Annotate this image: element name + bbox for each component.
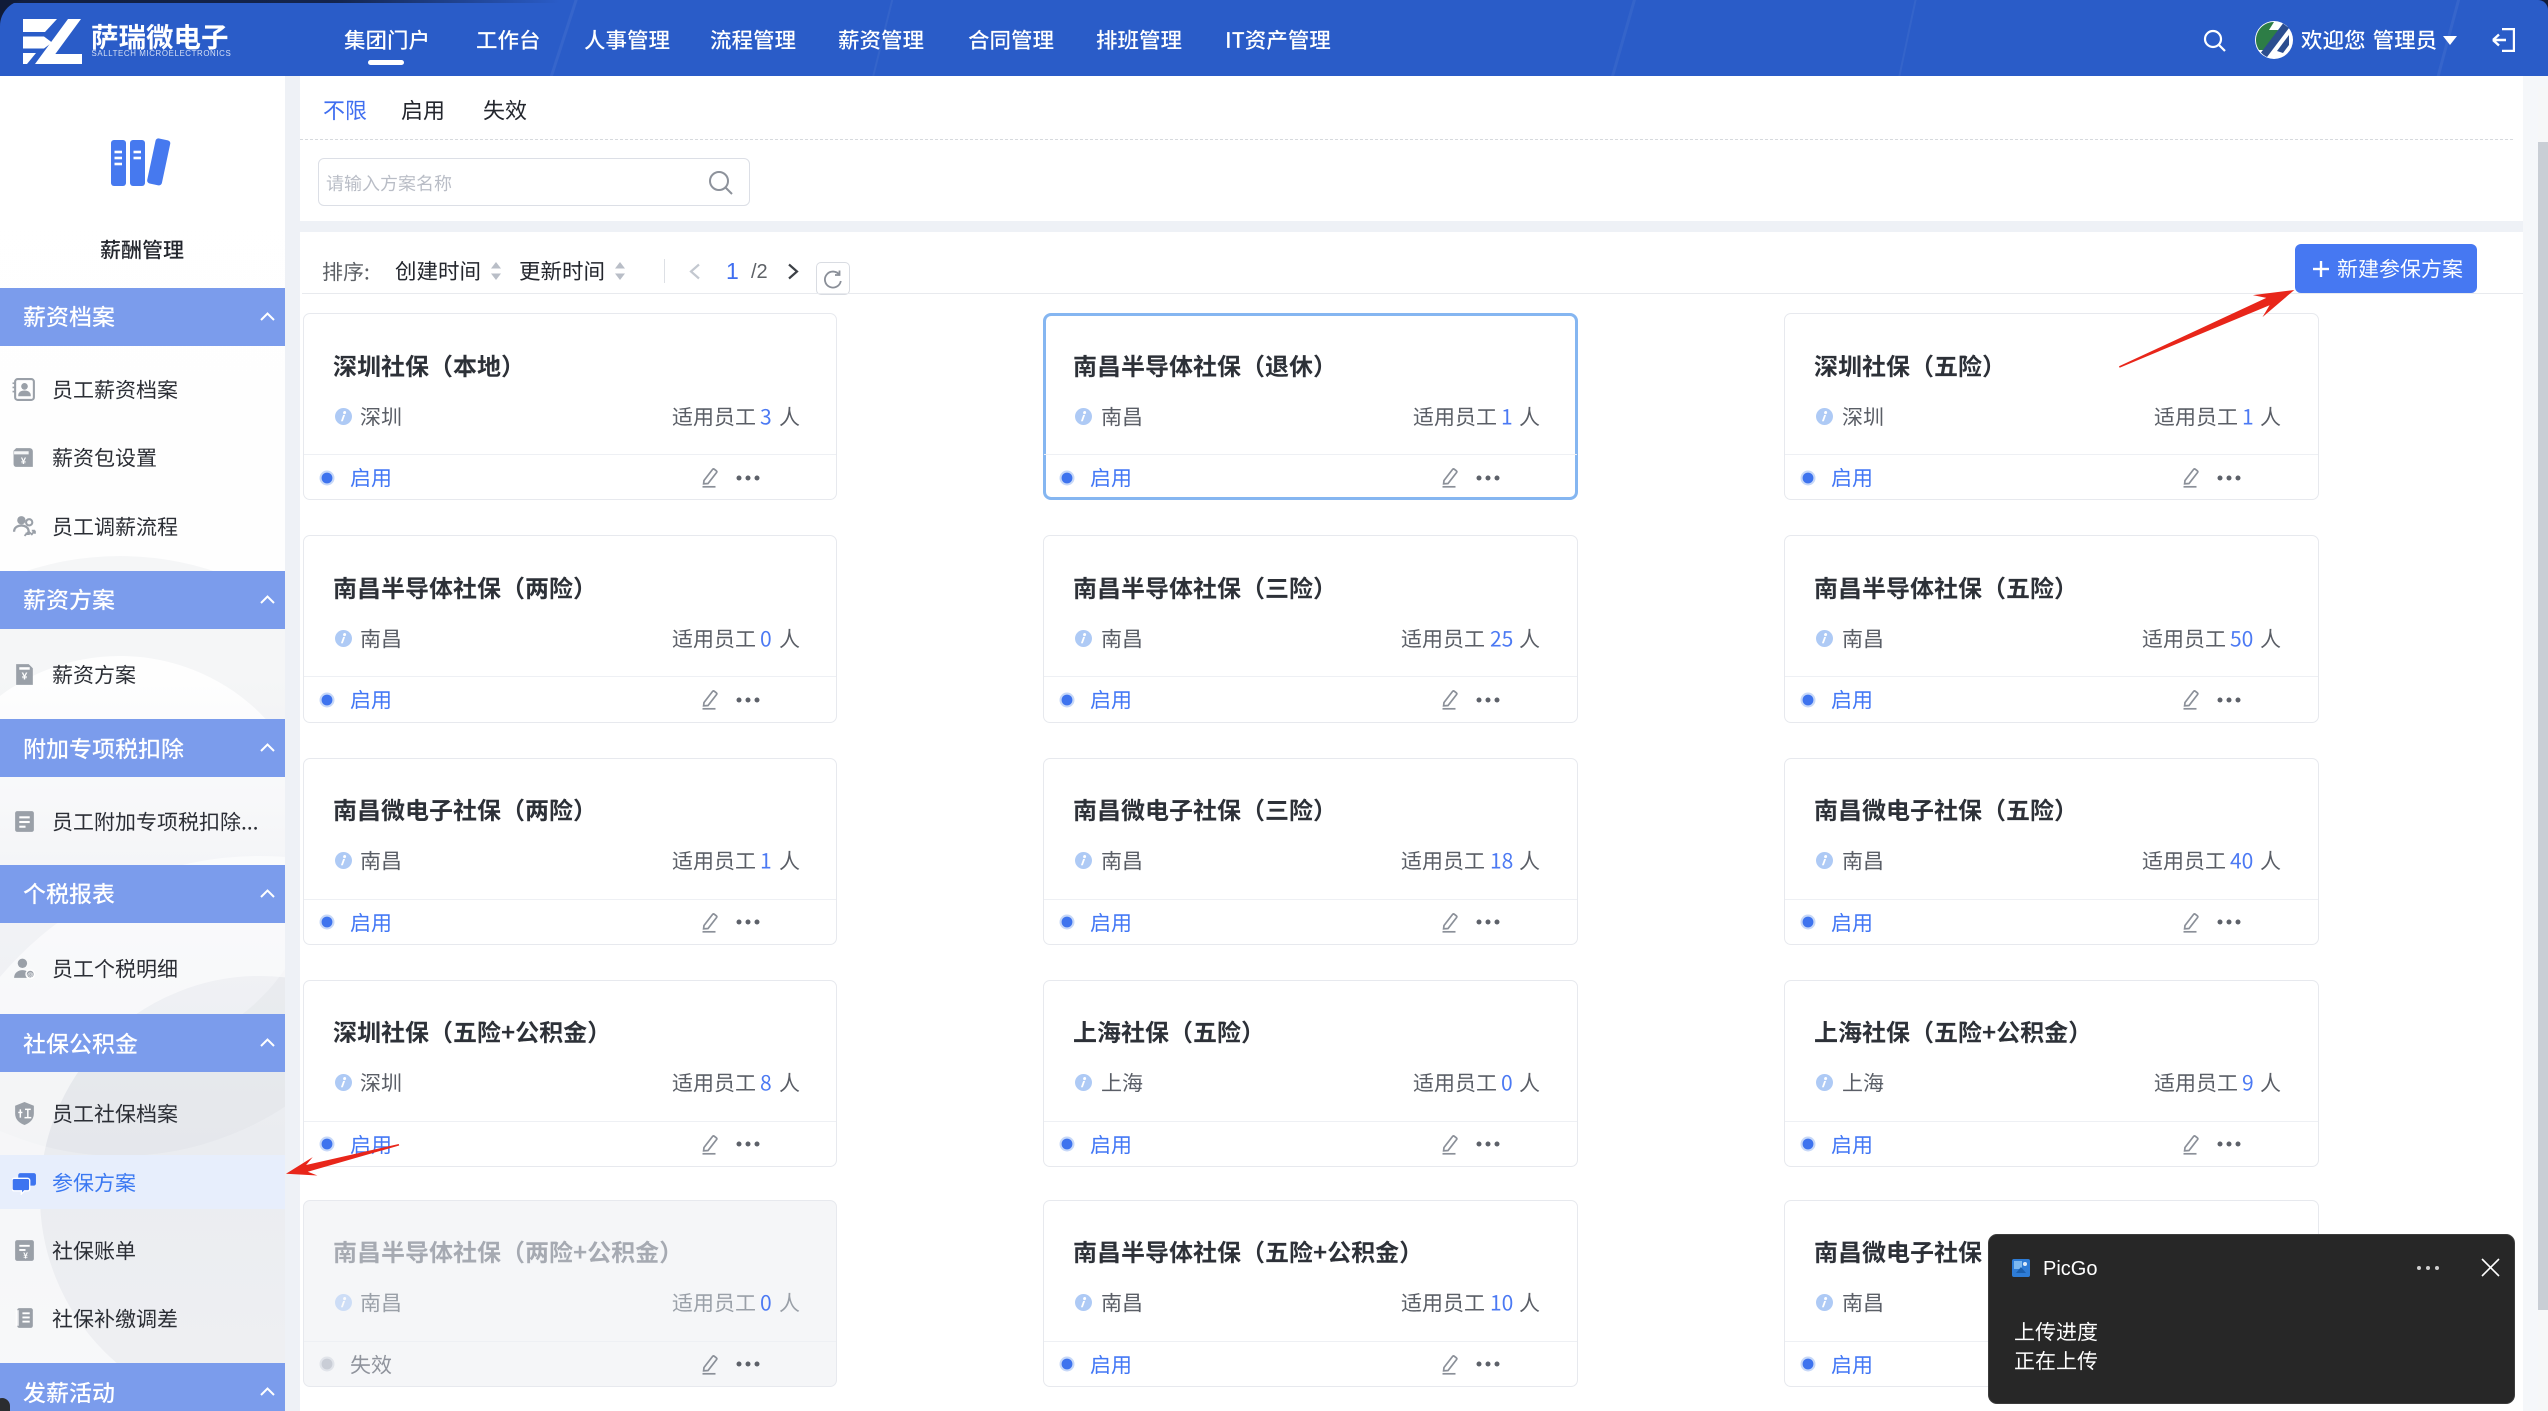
- svg-text:¥: ¥: [21, 456, 27, 466]
- svg-text:¥: ¥: [23, 1250, 28, 1260]
- svg-text:¥: ¥: [22, 671, 28, 682]
- svg-text:@: @: [27, 972, 33, 979]
